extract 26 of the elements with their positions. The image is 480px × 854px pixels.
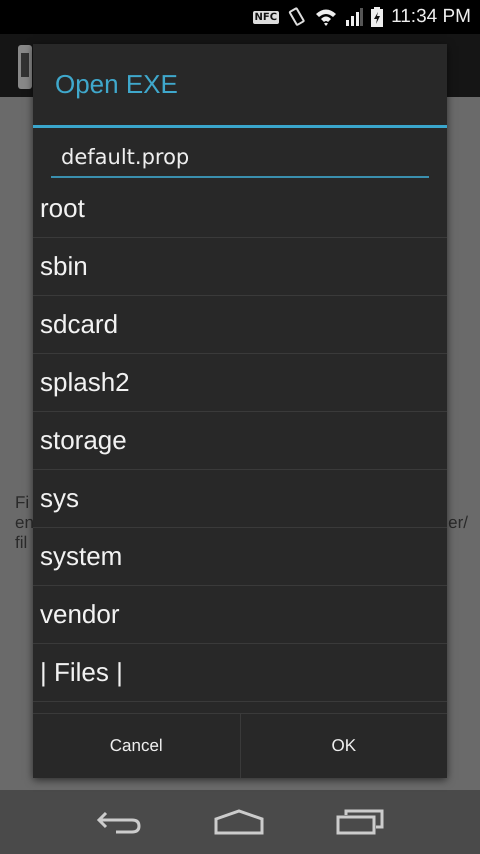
folder-item[interactable]: | Files | xyxy=(33,644,447,702)
folder-item[interactable]: system xyxy=(33,528,447,586)
folder-item[interactable]: splash2 xyxy=(33,354,447,412)
battery-icon xyxy=(371,7,384,27)
recent-apps-icon[interactable] xyxy=(336,809,384,835)
folder-item[interactable]: root xyxy=(33,180,447,238)
folder-item[interactable]: sdcard xyxy=(33,296,447,354)
background-text: Fi xyxy=(15,492,30,512)
ok-button[interactable]: OK xyxy=(240,714,447,778)
folder-item[interactable]: sys xyxy=(33,470,447,528)
background-text: er/ xyxy=(448,512,468,532)
clock-time: 11:34 PM xyxy=(391,6,471,28)
file-name-field[interactable]: default.prop xyxy=(51,138,429,178)
nfc-icon: NFC xyxy=(252,10,280,24)
wifi-icon xyxy=(315,8,338,26)
folder-item[interactable]: storage xyxy=(33,412,447,470)
cancel-button[interactable]: Cancel xyxy=(33,714,240,778)
background-text: en xyxy=(15,512,34,532)
vibrate-icon xyxy=(287,7,308,27)
background-text: fil xyxy=(15,532,28,552)
home-icon[interactable] xyxy=(214,809,264,835)
folder-item[interactable]: vendor xyxy=(33,586,447,644)
dialog-title: Open EXE xyxy=(33,44,447,128)
signal-icon xyxy=(345,8,364,26)
folder-item[interactable]: sbin xyxy=(33,238,447,296)
back-icon[interactable] xyxy=(96,809,142,835)
